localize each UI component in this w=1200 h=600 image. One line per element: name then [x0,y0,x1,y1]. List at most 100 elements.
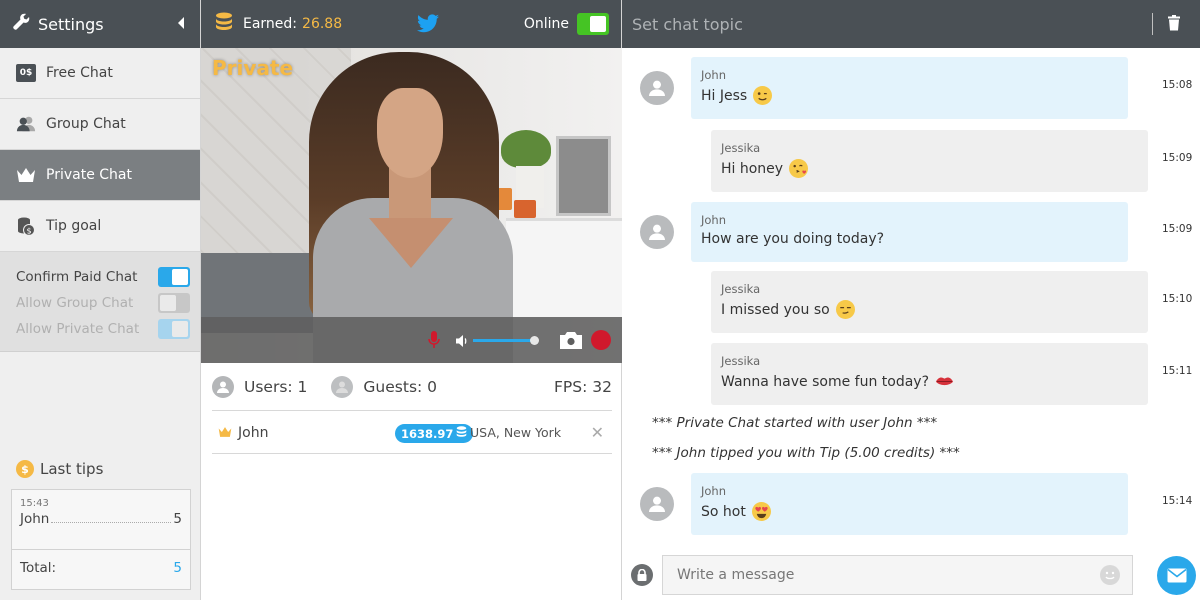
toggle-knob [590,16,606,32]
broadcast-header: Earned: 26.88 Online [201,0,621,48]
message-bubble: Jessika I missed you so [711,271,1148,333]
dollar-coin-icon: $ [16,460,34,478]
message-bubble: John So hot [691,473,1128,535]
viewer-list-row[interactable]: John 1638.97 USA, New York ✕ [212,412,612,454]
message-text-row: How are you doing today? [701,231,1118,247]
tip-total-row: Total: 5 [12,550,190,576]
message-sender: John [701,68,727,82]
lips-emoji-icon [935,372,954,391]
camera-snapshot-icon[interactable] [560,331,582,353]
video-scene-photo-frame [556,136,611,216]
message-list: John Hi Jess 15:08 Jessika Hi honey 15:09 John… [622,0,1200,550]
sidebar-item-label: Tip goal [46,218,102,234]
users-count: Users: 1 [212,375,308,398]
earnings: Earned: 26.88 [215,12,342,36]
earned-label: Earned: [243,16,298,32]
microphone-icon[interactable] [428,331,440,353]
toggle-knob [160,295,176,311]
app: Settings 0$ Free Chat Group Chat Private… [0,0,1200,600]
guests-label: Guests: 0 [363,377,438,396]
chat-panel: John Hi Jess 15:08 Jessika Hi honey 15:09 John… [622,0,1200,600]
tip-amount: 5 [173,511,182,527]
toggle-row-confirm-paid-chat: Confirm Paid Chat [16,264,190,290]
allow-group-chat-toggle[interactable] [158,293,190,313]
group-chat-icon [16,114,36,134]
message-text-row: Hi Jess [701,86,1118,105]
lock-icon[interactable] [631,564,653,586]
message-text: Wanna have some fun today? [721,373,930,390]
smirk-emoji-icon [835,300,855,319]
user-avatar-icon[interactable] [640,487,674,521]
sidebar-item-tip-goal[interactable]: $ Tip goal [0,201,200,252]
speaker-icon[interactable] [456,333,470,352]
envelope-icon [1167,568,1186,583]
toggle-knob [172,321,188,337]
message-text: Hi honey [721,160,784,177]
sidebar-item-private-chat[interactable]: Private Chat [0,150,200,201]
tip-line: John 5 [20,511,182,527]
settings-sidebar: Settings 0$ Free Chat Group Chat Private… [0,0,201,600]
online-toggle[interactable] [577,13,609,35]
message-bubble: Jessika Hi honey [711,130,1148,192]
video-stream[interactable]: Private [201,48,622,363]
collapse-sidebar-button[interactable] [178,17,184,29]
toggle-label: Allow Private Chat [16,321,140,337]
tip-total-value: 5 [173,560,182,576]
message-text-row: Wanna have some fun today? [721,372,1138,391]
remove-viewer-button[interactable]: ✕ [591,423,604,442]
heart-eyes-emoji-icon [751,502,771,521]
coin-stack-icon: $ [16,216,36,236]
last-tips-title: Last tips [40,460,104,478]
message-time: 15:14 [1162,495,1193,507]
toggle-label: Confirm Paid Chat [16,269,138,285]
system-message: *** John tipped you with Tip (5.00 credi… [652,445,960,461]
system-message: *** Private Chat started with user John … [652,415,938,431]
send-message-button[interactable] [1157,556,1196,595]
message-text: Hi Jess [701,87,748,104]
message-sender: John [701,213,727,227]
message-composer [622,553,1200,597]
message-time: 15:08 [1162,79,1193,91]
dotted-leader [51,522,172,523]
message-text: I missed you so [721,301,830,318]
message-time: 15:09 [1162,152,1193,164]
toggle-knob [172,269,188,285]
wink-emoji-icon [753,86,773,105]
chat-settings-toggles: Confirm Paid Chat Allow Group Chat Allow… [0,252,200,352]
user-avatar-icon[interactable] [640,71,674,105]
volume-slider-track[interactable] [473,339,534,342]
volume-slider-handle[interactable] [530,336,539,345]
message-input[interactable] [662,555,1133,595]
crown-icon [16,165,36,185]
message-text-row: I missed you so [721,300,1138,319]
message-text: How are you doing today? [701,231,885,247]
message-time: 15:11 [1162,365,1193,377]
message-text-row: So hot [701,502,1118,521]
message-time: 15:09 [1162,223,1193,235]
video-scene-dresser [506,218,622,318]
emoji-picker-icon[interactable] [1100,565,1120,589]
private-mode-label: Private [212,56,294,80]
sidebar-title: Settings [38,14,104,34]
tip-user: John [20,511,50,527]
tip-time: 15:43 [20,498,49,509]
record-button[interactable] [591,330,611,350]
sidebar-item-free-chat[interactable]: 0$ Free Chat [0,48,200,99]
message-text: So hot [701,503,746,520]
video-controls [201,317,622,363]
twitter-icon[interactable] [417,14,439,37]
sidebar-item-group-chat[interactable]: Group Chat [0,99,200,150]
message-bubble: John How are you doing today? [691,202,1128,262]
user-avatar-icon[interactable] [640,215,674,249]
last-tips-box: 15:43 John 5 Total: 5 [11,489,191,590]
message-sender: Jessika [721,354,761,368]
coins-icon [456,426,467,441]
viewer-credits: 1638.97 [401,426,454,441]
message-sender: Jessika [721,282,761,296]
viewer-credits-badge: 1638.97 [395,424,474,443]
toggle-row-allow-private-chat: Allow Private Chat [16,316,190,342]
free-chat-badge: 0$ [16,64,36,82]
users-label: Users: 1 [244,377,308,396]
confirm-paid-chat-toggle[interactable] [158,267,190,287]
allow-private-chat-toggle[interactable] [158,319,190,339]
